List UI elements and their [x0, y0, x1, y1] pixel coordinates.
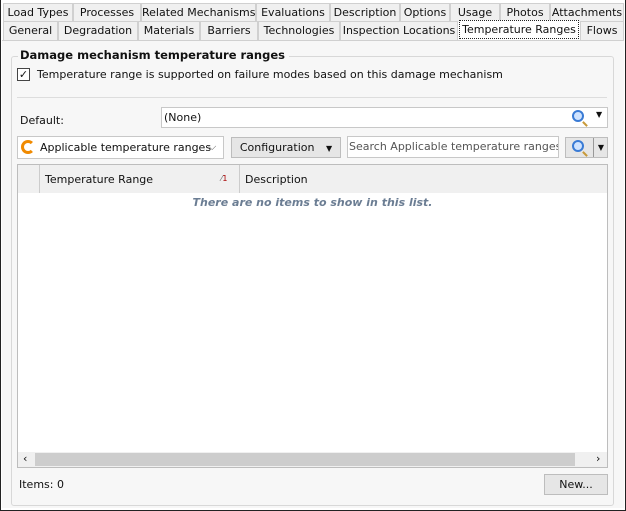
- default-label: Default:: [20, 114, 64, 127]
- horizontal-scrollbar[interactable]: ‹ ›: [18, 452, 607, 467]
- search-input[interactable]: Search Applicable temperature ranges (Ct…: [347, 136, 559, 158]
- data-grid: Temperature Range ⁄1 Description There a…: [17, 164, 608, 468]
- default-field[interactable]: (None) ▼: [161, 107, 608, 128]
- chevron-down-icon: ⌵: [208, 140, 217, 153]
- temperature-ranges-group: Damage mechanism temperature ranges ✓ Te…: [11, 48, 614, 506]
- view-selector[interactable]: Applicable temperature ranges ⌵: [17, 136, 224, 159]
- dropdown-arrow-icon: ▼: [325, 144, 333, 153]
- search-button[interactable]: ▼: [565, 137, 608, 158]
- tab-degradation[interactable]: Degradation: [58, 21, 138, 40]
- tab-related-mechanisms[interactable]: Related Mechanisms: [141, 3, 256, 22]
- column-divider[interactable]: [239, 165, 240, 193]
- sort-index: 1: [222, 174, 228, 183]
- scroll-thumb[interactable]: [35, 453, 575, 466]
- search-icon[interactable]: [572, 110, 584, 125]
- tab-barriers[interactable]: Barriers: [200, 21, 258, 40]
- scroll-right-icon[interactable]: ›: [596, 452, 600, 465]
- tab-options[interactable]: Options: [400, 3, 450, 22]
- empty-message: There are no items to show in this list.: [192, 196, 433, 209]
- refresh-icon: [21, 140, 35, 154]
- group-title: Damage mechanism temperature ranges: [18, 48, 289, 62]
- tab-temperature-ranges[interactable]: Temperature Ranges: [459, 20, 579, 39]
- dropdown-arrow-icon[interactable]: ▼: [593, 138, 608, 157]
- tab-load-types[interactable]: Load Types: [3, 3, 73, 22]
- tab-general[interactable]: General: [3, 21, 58, 40]
- sort-indicator: ⁄1: [221, 174, 228, 183]
- tab-inspection-locations[interactable]: Inspection Locations: [340, 21, 458, 40]
- supported-checkbox[interactable]: ✓: [17, 68, 30, 81]
- view-label: Applicable temperature ranges: [40, 141, 212, 154]
- tab-panel: Damage mechanism temperature ranges ✓ Te…: [2, 40, 624, 508]
- items-count: Items: 0: [19, 478, 64, 491]
- dropdown-arrow-icon[interactable]: ▼: [596, 110, 602, 119]
- tab-processes[interactable]: Processes: [73, 3, 141, 22]
- default-value: (None): [164, 111, 202, 124]
- scroll-left-icon[interactable]: ‹: [23, 452, 27, 465]
- grid-header: Temperature Range ⁄1 Description: [18, 165, 607, 193]
- configuration-label: Configuration: [239, 141, 315, 154]
- column-description[interactable]: Description: [245, 173, 308, 186]
- tab-materials[interactable]: Materials: [138, 21, 200, 40]
- search-icon: [572, 140, 584, 155]
- tab-evaluations[interactable]: Evaluations: [256, 3, 330, 22]
- column-temperature-range[interactable]: Temperature Range: [45, 173, 153, 186]
- divider: [17, 97, 607, 98]
- column-divider: [39, 165, 40, 193]
- configuration-button[interactable]: Configuration ▼: [231, 137, 341, 158]
- tab-flows[interactable]: Flows: [580, 21, 624, 40]
- new-button[interactable]: New...: [544, 474, 608, 495]
- checkbox-label: Temperature range is supported on failur…: [37, 68, 503, 81]
- tab-description[interactable]: Description: [330, 3, 400, 22]
- tab-technologies[interactable]: Technologies: [258, 21, 340, 40]
